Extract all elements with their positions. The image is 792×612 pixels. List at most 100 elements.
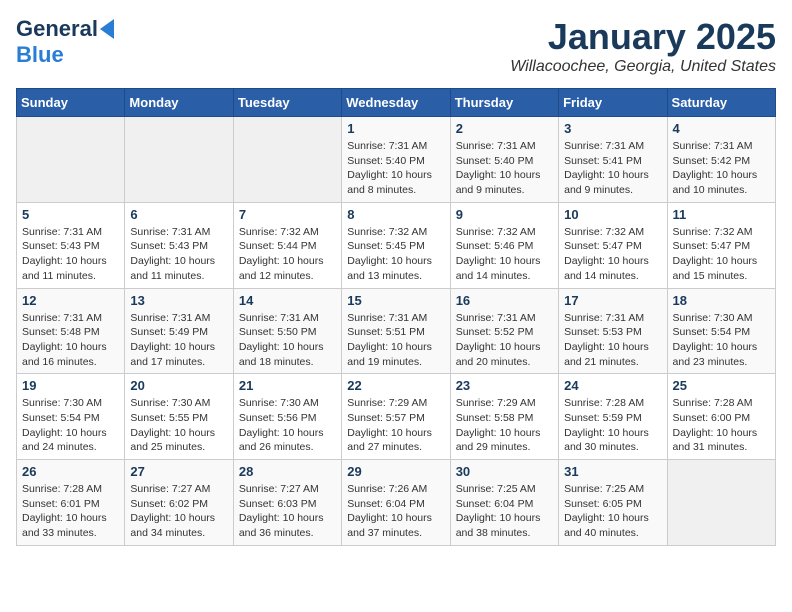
day-number: 7 — [239, 207, 336, 222]
month-title: January 2025 — [510, 16, 776, 58]
calendar-cell: 16 Sunrise: 7:31 AMSunset: 5:52 PMDayligh… — [450, 288, 558, 374]
weekday-header-sunday: Sunday — [17, 89, 125, 117]
day-number: 14 — [239, 293, 336, 308]
day-number: 11 — [673, 207, 770, 222]
calendar-cell: 29 Sunrise: 7:26 AMSunset: 6:04 PMDayligh… — [342, 460, 450, 546]
page-header: General Blue January 2025 Willacoochee, … — [16, 16, 776, 76]
calendar-cell: 28Sunrise: 7:27 AMSunset: 6:03 PMDayligh… — [233, 460, 341, 546]
logo-arrow-icon — [100, 19, 114, 39]
day-info: Sunrise: 7:31 AMSunset: 5:43 PMDaylight:… — [22, 225, 119, 284]
day-info: Sunrise: 7:31 AMSunset: 5:53 PMDaylight:… — [564, 311, 661, 370]
day-number: 16 — [456, 293, 553, 308]
day-info: Sunrise: 7:25 AMSunset: 6:05 PMDaylight:… — [564, 482, 661, 541]
day-info: Sunrise: 7:31 AMSunset: 5:52 PMDaylight:… — [456, 311, 553, 370]
calendar-cell: 2Sunrise: 7:31 AMSunset: 5:40 PMDaylight… — [450, 117, 558, 203]
day-number: 28 — [239, 464, 336, 479]
day-info: Sunrise: 7:31 AMSunset: 5:48 PMDaylight:… — [22, 311, 119, 370]
day-info: Sunrise: 7:32 AMSunset: 5:44 PMDaylight:… — [239, 225, 336, 284]
calendar-cell — [667, 460, 775, 546]
calendar-cell: 17 Sunrise: 7:31 AMSunset: 5:53 PMDayligh… — [559, 288, 667, 374]
calendar-week-1: 1 Sunrise: 7:31 AMSunset: 5:40 PMDaylight… — [17, 117, 776, 203]
calendar-week-4: 19 Sunrise: 7:30 AMSunset: 5:54 PMDayligh… — [17, 374, 776, 460]
day-number: 31 — [564, 464, 661, 479]
day-info: Sunrise: 7:31 AMSunset: 5:40 PMDaylight:… — [456, 139, 553, 198]
weekday-header-tuesday: Tuesday — [233, 89, 341, 117]
calendar-table: SundayMondayTuesdayWednesdayThursdayFrid… — [16, 88, 776, 546]
day-info: Sunrise: 7:26 AMSunset: 6:04 PMDaylight:… — [347, 482, 444, 541]
calendar-cell: 21 Sunrise: 7:30 AMSunset: 5:56 PMDayligh… — [233, 374, 341, 460]
calendar-cell: 13Sunrise: 7:31 AMSunset: 5:49 PMDayligh… — [125, 288, 233, 374]
calendar-week-5: 26 Sunrise: 7:28 AMSunset: 6:01 PMDayligh… — [17, 460, 776, 546]
day-number: 5 — [22, 207, 119, 222]
calendar-cell: 8 Sunrise: 7:32 AMSunset: 5:45 PMDaylight… — [342, 202, 450, 288]
day-info: Sunrise: 7:30 AMSunset: 5:54 PMDaylight:… — [673, 311, 770, 370]
calendar-cell: 6 Sunrise: 7:31 AMSunset: 5:43 PMDaylight… — [125, 202, 233, 288]
calendar-week-3: 12 Sunrise: 7:31 AMSunset: 5:48 PMDayligh… — [17, 288, 776, 374]
day-info: Sunrise: 7:31 AMSunset: 5:40 PMDaylight:… — [347, 139, 444, 198]
day-info: Sunrise: 7:32 AMSunset: 5:45 PMDaylight:… — [347, 225, 444, 284]
day-number: 29 — [347, 464, 444, 479]
day-number: 26 — [22, 464, 119, 479]
calendar-cell: 25 Sunrise: 7:28 AMSunset: 6:00 PMDayligh… — [667, 374, 775, 460]
day-info: Sunrise: 7:31 AMSunset: 5:49 PMDaylight:… — [130, 311, 227, 370]
calendar-cell: 30 Sunrise: 7:25 AMSunset: 6:04 PMDayligh… — [450, 460, 558, 546]
day-number: 20 — [130, 378, 227, 393]
day-number: 25 — [673, 378, 770, 393]
calendar-cell: 1 Sunrise: 7:31 AMSunset: 5:40 PMDaylight… — [342, 117, 450, 203]
calendar-cell: 10Sunrise: 7:32 AMSunset: 5:47 PMDayligh… — [559, 202, 667, 288]
location-title: Willacoochee, Georgia, United States — [510, 58, 776, 76]
calendar-cell: 24 Sunrise: 7:28 AMSunset: 5:59 PMDayligh… — [559, 374, 667, 460]
calendar-cell: 27 Sunrise: 7:27 AMSunset: 6:02 PMDayligh… — [125, 460, 233, 546]
day-number: 15 — [347, 293, 444, 308]
calendar-cell: 31 Sunrise: 7:25 AMSunset: 6:05 PMDayligh… — [559, 460, 667, 546]
day-number: 24 — [564, 378, 661, 393]
day-number: 22 — [347, 378, 444, 393]
day-info: Sunrise: 7:27 AMSunset: 6:02 PMDaylight:… — [130, 482, 227, 541]
calendar-cell: 20Sunrise: 7:30 AMSunset: 5:55 PMDayligh… — [125, 374, 233, 460]
day-number: 3 — [564, 121, 661, 136]
title-block: January 2025 Willacoochee, Georgia, Unit… — [510, 16, 776, 76]
day-number: 6 — [130, 207, 227, 222]
weekday-header-monday: Monday — [125, 89, 233, 117]
day-info: Sunrise: 7:30 AMSunset: 5:54 PMDaylight:… — [22, 396, 119, 455]
weekday-header-row: SundayMondayTuesdayWednesdayThursdayFrid… — [17, 89, 776, 117]
calendar-cell: 4Sunrise: 7:31 AMSunset: 5:42 PMDaylight… — [667, 117, 775, 203]
day-number: 17 — [564, 293, 661, 308]
calendar-cell — [233, 117, 341, 203]
day-info: Sunrise: 7:31 AMSunset: 5:43 PMDaylight:… — [130, 225, 227, 284]
logo-blue: Blue — [16, 42, 64, 67]
day-number: 9 — [456, 207, 553, 222]
weekday-header-friday: Friday — [559, 89, 667, 117]
calendar-cell: 19 Sunrise: 7:30 AMSunset: 5:54 PMDayligh… — [17, 374, 125, 460]
calendar-week-2: 5 Sunrise: 7:31 AMSunset: 5:43 PMDaylight… — [17, 202, 776, 288]
day-info: Sunrise: 7:32 AMSunset: 5:47 PMDaylight:… — [564, 225, 661, 284]
day-number: 21 — [239, 378, 336, 393]
day-number: 30 — [456, 464, 553, 479]
day-info: Sunrise: 7:28 AMSunset: 6:01 PMDaylight:… — [22, 482, 119, 541]
day-number: 12 — [22, 293, 119, 308]
calendar-cell: 22 Sunrise: 7:29 AMSunset: 5:57 PMDayligh… — [342, 374, 450, 460]
day-info: Sunrise: 7:30 AMSunset: 5:56 PMDaylight:… — [239, 396, 336, 455]
weekday-header-thursday: Thursday — [450, 89, 558, 117]
calendar-cell: 18Sunrise: 7:30 AMSunset: 5:54 PMDayligh… — [667, 288, 775, 374]
day-number: 19 — [22, 378, 119, 393]
weekday-header-saturday: Saturday — [667, 89, 775, 117]
day-number: 8 — [347, 207, 444, 222]
day-number: 23 — [456, 378, 553, 393]
day-info: Sunrise: 7:28 AMSunset: 6:00 PMDaylight:… — [673, 396, 770, 455]
calendar-cell — [125, 117, 233, 203]
calendar-cell: 12 Sunrise: 7:31 AMSunset: 5:48 PMDayligh… — [17, 288, 125, 374]
calendar-cell: 7 Sunrise: 7:32 AMSunset: 5:44 PMDaylight… — [233, 202, 341, 288]
day-info: Sunrise: 7:31 AMSunset: 5:41 PMDaylight:… — [564, 139, 661, 198]
day-info: Sunrise: 7:25 AMSunset: 6:04 PMDaylight:… — [456, 482, 553, 541]
day-info: Sunrise: 7:28 AMSunset: 5:59 PMDaylight:… — [564, 396, 661, 455]
day-number: 27 — [130, 464, 227, 479]
day-info: Sunrise: 7:32 AMSunset: 5:47 PMDaylight:… — [673, 225, 770, 284]
day-info: Sunrise: 7:31 AMSunset: 5:51 PMDaylight:… — [347, 311, 444, 370]
calendar-cell: 5 Sunrise: 7:31 AMSunset: 5:43 PMDaylight… — [17, 202, 125, 288]
day-info: Sunrise: 7:29 AMSunset: 5:57 PMDaylight:… — [347, 396, 444, 455]
calendar-cell: 11 Sunrise: 7:32 AMSunset: 5:47 PMDayligh… — [667, 202, 775, 288]
logo-general: General — [16, 16, 98, 42]
calendar-cell: 9Sunrise: 7:32 AMSunset: 5:46 PMDaylight… — [450, 202, 558, 288]
day-number: 1 — [347, 121, 444, 136]
